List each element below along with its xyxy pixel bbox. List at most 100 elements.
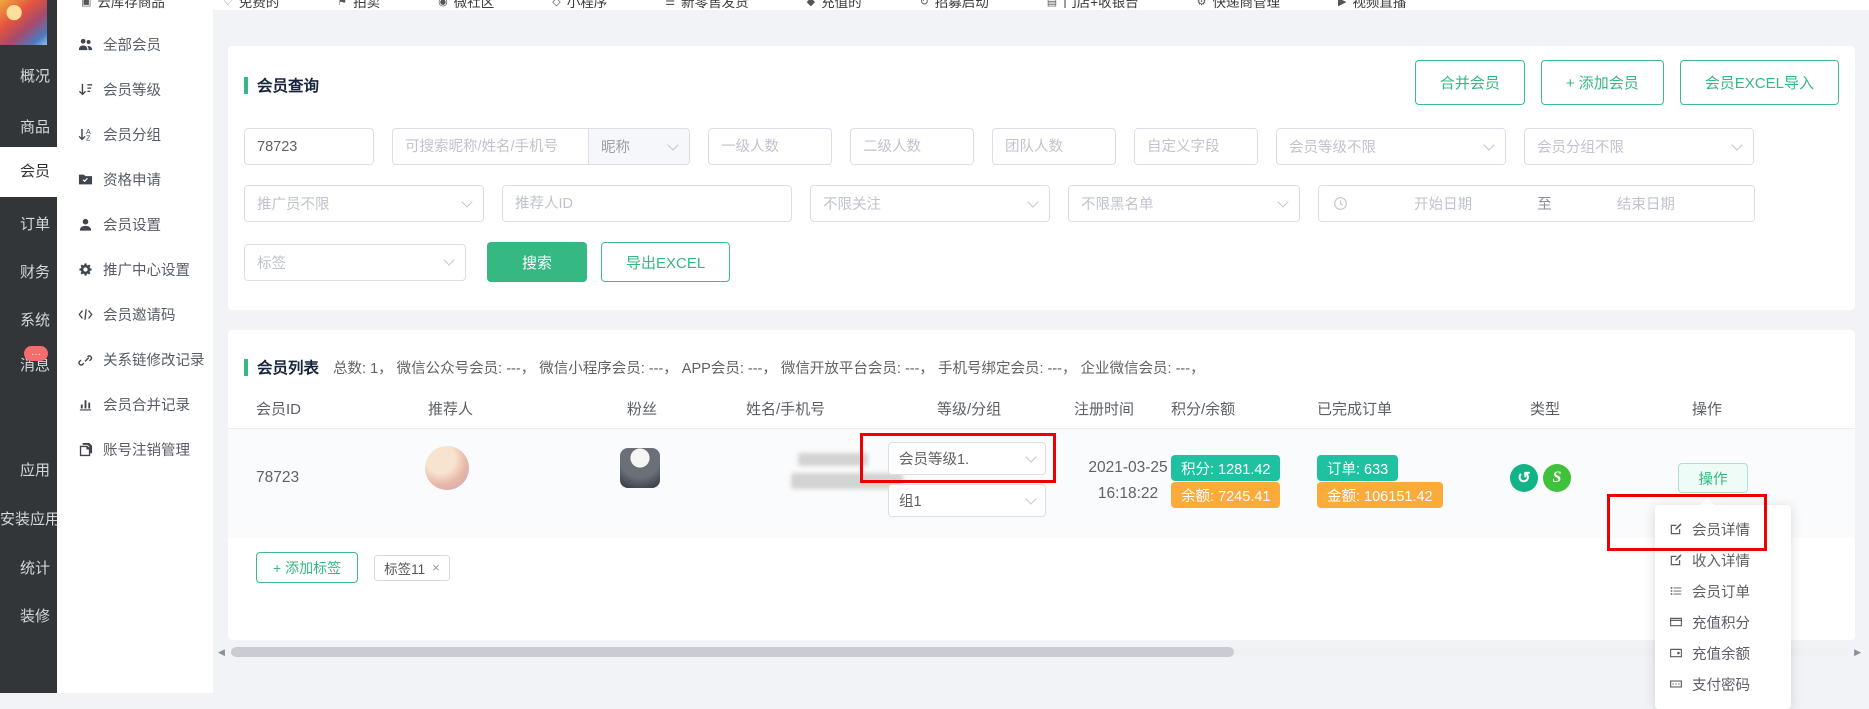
scrollbar-track[interactable] [231, 647, 1848, 657]
promoter-select[interactable]: 推广员不限 [244, 185, 484, 222]
rail-item-2[interactable]: 会员 [0, 147, 57, 197]
sidebar-item-1[interactable]: 会员等级 [57, 67, 213, 112]
sidebar-item-4[interactable]: 会员设置 [57, 202, 213, 247]
tag-select-value: 标签 [257, 252, 286, 273]
tag-label: 标签11 [384, 558, 425, 578]
express-icon: ⚙ [1197, 0, 1207, 8]
topbar-item-2[interactable]: ⚑拍卖 [337, 0, 380, 10]
rail-item-8[interactable]: 安装应用 [0, 495, 57, 545]
rail-item-label: 装修 [20, 608, 50, 625]
promoter-value: 推广员不限 [257, 193, 330, 214]
rail-item-label: 商品 [20, 119, 50, 136]
topbar-item-label: 快递商管理 [1212, 0, 1280, 10]
referrer-id-input[interactable] [502, 185, 792, 222]
rail-item-label: 系统 [20, 312, 50, 329]
topbar-item-label: 云库存商品 [97, 0, 165, 10]
sidebar-item-2[interactable]: AZ会员分组 [57, 112, 213, 157]
topbar-item-3[interactable]: ◉微社区 [438, 0, 494, 10]
tag-row: + 添加标签 标签11 × [244, 552, 1839, 583]
scroll-right-icon[interactable]: ▶ [1854, 645, 1861, 659]
topbar-item-4[interactable]: ◇小程序 [552, 0, 607, 10]
date-end-field[interactable]: 结束日期 [1552, 193, 1740, 214]
rail-item-9[interactable]: 统计 [0, 544, 57, 594]
row-level-value: 会员等级1. [899, 448, 969, 469]
sidebar-item-0[interactable]: 全部会员 [57, 22, 213, 67]
tag-select[interactable]: 标签 [244, 244, 466, 281]
register-date-range[interactable]: 开始日期 至 结束日期 [1318, 185, 1755, 222]
rail-item-0[interactable]: 概况 [0, 52, 57, 102]
topbar-item-0[interactable]: ▣云库存商品 [81, 0, 165, 10]
menu-item-3[interactable]: 充值积分 [1655, 607, 1791, 638]
menu-item-5[interactable]: 支付密码 [1655, 669, 1791, 700]
rail-item-7[interactable]: 应用 [0, 446, 57, 496]
rail-item-5[interactable]: 系统 [0, 296, 57, 346]
sidebar-item-8[interactable]: 会员合并记录 [57, 382, 213, 427]
fan-avatar[interactable] [620, 448, 660, 488]
topbar-item-1[interactable]: ♡免费的 [223, 0, 279, 10]
chevron-down-icon [1025, 451, 1036, 462]
merge-member-button[interactable]: 合并会员 [1415, 60, 1525, 105]
app-logo[interactable] [0, 0, 47, 45]
level2-count-input[interactable] [850, 128, 974, 165]
rail-item-3[interactable]: 订单 [0, 200, 57, 250]
menu-item-1[interactable]: 收入详情 [1655, 545, 1791, 576]
sidebar-item-6[interactable]: 会员邀请码 [57, 292, 213, 337]
topbar-item-label: 拍卖 [353, 0, 380, 10]
column-header-0: 会员ID [256, 398, 301, 419]
rail-item-6[interactable]: 消息… [0, 341, 57, 391]
users-icon [77, 37, 93, 53]
follow-select[interactable]: 不限关注 [810, 185, 1050, 222]
sidebar-item-7[interactable]: 关系链修改记录 [57, 337, 213, 382]
blacklist-select[interactable]: 不限黑名单 [1068, 185, 1300, 222]
excel-import-button[interactable]: 会员EXCEL导入 [1680, 60, 1839, 105]
date-start-field[interactable]: 开始日期 [1349, 193, 1537, 214]
topbar-item-5[interactable]: ☰新零售发货 [665, 0, 748, 10]
topbar-item-8[interactable]: ▤门店+收银台 [1047, 0, 1139, 10]
referrer-avatar[interactable] [425, 446, 469, 490]
rail-item-10[interactable]: 装修 [0, 592, 57, 642]
member-id-input[interactable] [244, 128, 374, 165]
scroll-left-icon[interactable]: ◀ [218, 645, 225, 659]
sidebar-item-label: 会员等级 [103, 79, 161, 100]
row-level-select[interactable]: 会员等级1. [888, 442, 1046, 475]
topbar-item-9[interactable]: ⚙ 快递商管理 [1197, 0, 1280, 10]
sort-level-icon [77, 82, 93, 98]
menu-item-4[interactable]: 充值余额 [1655, 638, 1791, 669]
rail-item-label: 财务 [20, 264, 50, 281]
top-navbar: ▣云库存商品 ♡免费的 ⚑拍卖 ◉微社区 ◇小程序 ☰新零售发货 ◆充值的 ↻招募启动 ▤门店+… [57, 0, 1869, 10]
menu-item-0[interactable]: 会员详情 [1655, 514, 1791, 545]
row-group-select[interactable]: 组1 [888, 484, 1046, 517]
sidebar-item-9[interactable]: 账号注销管理 [57, 427, 213, 472]
chevron-down-icon [1483, 139, 1494, 150]
export-excel-button[interactable]: 导出EXCEL [601, 242, 730, 282]
member-level-select[interactable]: 会员等级不限 [1276, 128, 1506, 165]
chevron-down-icon [1731, 139, 1742, 150]
topbar-item-7[interactable]: ↻招募启动 [920, 0, 989, 10]
add-tag-button[interactable]: + 添加标签 [256, 552, 358, 583]
member-table-header: 会员ID推荐人粉丝姓名/手机号等级/分组注册时间积分/余额已完成订单类型操作 [244, 392, 1839, 420]
member-group-select[interactable]: 会员分组不限 [1524, 128, 1754, 165]
topbar-item-6[interactable]: ◆充值的 [807, 0, 862, 10]
topbar-item-10[interactable]: ▶视频直播 [1338, 0, 1406, 10]
rail-item-4[interactable]: 财务 [0, 248, 57, 298]
rail-item-1[interactable]: 商品 [0, 103, 57, 153]
search-button[interactable]: 搜索 [487, 242, 587, 282]
search-type-select[interactable]: 昵称 [589, 128, 690, 165]
chevron-down-icon [1027, 196, 1038, 207]
date-to-label: 至 [1537, 193, 1552, 214]
sidebar-item-label: 资格申请 [103, 169, 161, 190]
row-action-button[interactable]: 操作 [1678, 463, 1748, 493]
menu-item-2[interactable]: 会员订单 [1655, 576, 1791, 607]
team-count-input[interactable] [992, 128, 1116, 165]
sidebar-item-3[interactable]: 资格申请 [57, 157, 213, 202]
menu-item-label: 会员订单 [1692, 581, 1750, 602]
custom-field-input[interactable] [1134, 128, 1258, 165]
tag-remove-icon[interactable]: × [432, 560, 440, 575]
scrollbar-thumb[interactable] [231, 647, 1234, 657]
level1-count-input[interactable] [708, 128, 832, 165]
add-member-button[interactable]: + 添加会员 [1541, 60, 1664, 105]
keyword-search-input[interactable] [392, 128, 589, 165]
sidebar-item-5[interactable]: 推广中心设置 [57, 247, 213, 292]
free-icon: ♡ [223, 0, 233, 8]
title-accent-bar [244, 77, 248, 94]
